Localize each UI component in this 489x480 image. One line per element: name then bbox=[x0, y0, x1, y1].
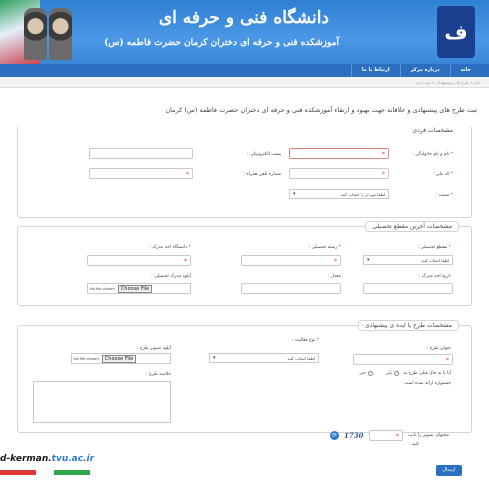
degree-upload-label: آپلود مدرک تحصیلی : bbox=[151, 274, 191, 279]
radio-no[interactable]: خیر bbox=[359, 371, 373, 376]
refresh-icon[interactable]: ⟳ bbox=[330, 431, 339, 440]
national-id-input[interactable]: * bbox=[289, 168, 389, 179]
university-title: دانشگاه فنی و حرفه ای bbox=[158, 8, 329, 28]
leaders-portraits bbox=[24, 8, 72, 60]
radio-yes[interactable]: بلی bbox=[386, 371, 399, 376]
university-logo[interactable]: ف bbox=[437, 6, 475, 58]
national-id-label: * کد ملی : bbox=[432, 172, 453, 177]
graduation-date-label: تاریخ اخذ مدرک : bbox=[418, 274, 451, 279]
university-label: * دانشگاه اخذ مدرک : bbox=[149, 245, 191, 250]
degree-label: * مقطع تحصیلی : bbox=[417, 245, 452, 250]
degree-file-input[interactable]: No file chosen Choose File bbox=[87, 283, 191, 294]
header-banner: دانشگاه فنی و حرفه ای آموزشکده فنی و حرف… bbox=[0, 0, 489, 64]
activity-type-label: * نوع فعالیت : bbox=[291, 338, 319, 343]
prior-submission-question: آیا تا به حال قبلی طرح به bbox=[403, 371, 451, 376]
captcha-label-2: کنید : bbox=[408, 442, 419, 447]
page-title: ثبت طرح های پیشنهادی و خلاقانه جهت بهبود… bbox=[165, 106, 477, 114]
idea-image-label: آپلود تصویر طرح : bbox=[136, 346, 171, 351]
site-watermark: d-kerman.tvu.ac.ir bbox=[0, 454, 95, 464]
main-nav: خانه درباره مرکز ارتباط با ما bbox=[0, 64, 489, 77]
nav-item-home[interactable]: خانه bbox=[449, 64, 481, 77]
captcha-image: 1730 bbox=[344, 431, 364, 440]
activity-type-select[interactable]: لطفا انتخاب کنید ▾ bbox=[209, 353, 319, 363]
portrait-image bbox=[24, 8, 47, 60]
chevron-down-icon: ▾ bbox=[367, 257, 370, 263]
portrait-image bbox=[49, 8, 72, 60]
breadcrumb: خانه » طرح ها و پیشنهادات » ثبت ایده bbox=[0, 77, 489, 88]
university-input[interactable]: * bbox=[87, 255, 191, 266]
choose-file-button[interactable]: Choose File bbox=[101, 354, 137, 363]
role-select[interactable]: لطفا موردی را انتخاب کنید ▾ bbox=[289, 189, 389, 199]
nav-item-contact[interactable]: ارتباط با ما bbox=[350, 64, 400, 77]
gpa-input[interactable] bbox=[241, 283, 341, 294]
full-name-input[interactable]: * bbox=[289, 148, 389, 159]
idea-title-label: عنوان طرح : bbox=[426, 346, 451, 351]
idea-image-file-input[interactable]: No file chosen Choose File bbox=[71, 353, 171, 364]
nav-item-about[interactable]: درباره مرکز bbox=[399, 64, 450, 77]
field-of-study-label: * رشته تحصیلی : bbox=[308, 245, 341, 250]
choose-file-button[interactable]: Choose File bbox=[117, 284, 153, 293]
gpa-label: معدل : bbox=[327, 274, 341, 279]
section-legend: مشخصات طرح یا ایده ی پیشنهادی bbox=[357, 320, 459, 331]
name-label: * نام و نام خانوادگی : bbox=[412, 152, 453, 157]
captcha-input[interactable]: * bbox=[369, 430, 403, 441]
chevron-down-icon: ▾ bbox=[293, 191, 296, 197]
graduation-date-input[interactable] bbox=[363, 283, 453, 294]
phone-input[interactable]: * bbox=[89, 168, 193, 179]
email-input[interactable] bbox=[89, 148, 193, 159]
chevron-down-icon: ▾ bbox=[213, 355, 216, 361]
submit-button[interactable]: ارسال bbox=[436, 465, 462, 476]
flag-stripe bbox=[0, 470, 90, 475]
captcha-label: محتوای تصویر را تایپ bbox=[408, 433, 449, 438]
idea-section: مشخصات طرح یا ایده ی پیشنهادی عنوان طرح … bbox=[17, 320, 472, 433]
role-label: * سمت : bbox=[435, 193, 453, 198]
summary-textarea[interactable] bbox=[33, 381, 171, 423]
college-title: آموزشکده فنی و حرفه ای دختران کرمان حضرت… bbox=[104, 38, 339, 48]
section-legend: مشخصات فردی bbox=[406, 126, 459, 135]
summary-label: خلاصه طرح : bbox=[145, 372, 171, 377]
section-legend: مشخصات آخرین مقطع تحصیلی bbox=[365, 221, 459, 232]
degree-select[interactable]: لطفا انتخاب کنید ▾ bbox=[363, 255, 453, 265]
education-section: مشخصات آخرین مقطع تحصیلی * مقطع تحصیلی :… bbox=[17, 221, 472, 306]
phone-label: شماره تلفن همراه : bbox=[243, 172, 281, 177]
email-label: پست الکترونیکی : bbox=[246, 152, 281, 157]
personal-info-section: مشخصات فردی * نام و نام خانوادگی : * پست… bbox=[17, 126, 472, 218]
idea-title-input[interactable]: * bbox=[353, 354, 453, 365]
prior-submission-note: جشنواره ارائه شده است bbox=[404, 381, 451, 386]
field-of-study-input[interactable]: * bbox=[241, 255, 341, 266]
